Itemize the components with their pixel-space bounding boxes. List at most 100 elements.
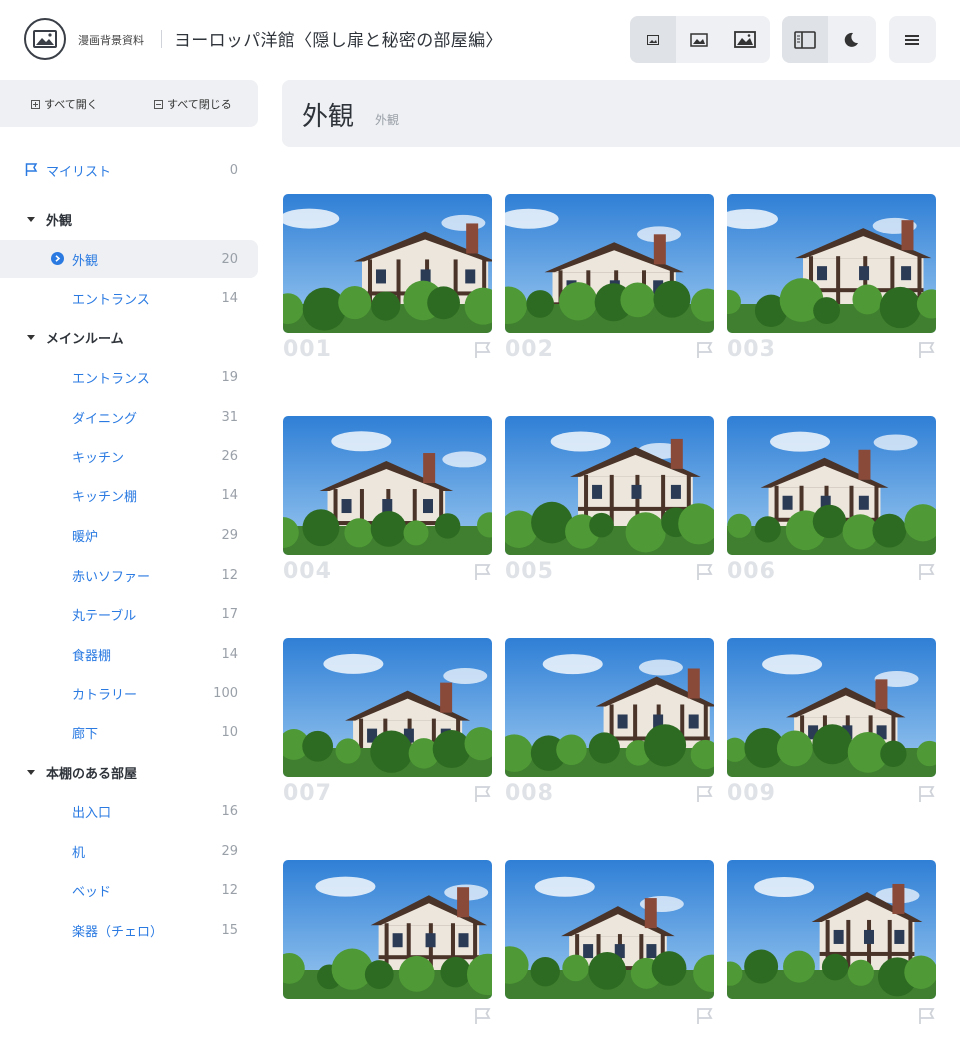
sidebar-item-label: 食器棚 xyxy=(72,648,112,664)
menu-icon xyxy=(905,34,919,45)
image-number: 007 xyxy=(283,781,332,806)
flag-icon[interactable] xyxy=(696,785,714,803)
image-card[interactable] xyxy=(727,860,936,1037)
sidebar-item[interactable]: 廊下 10 xyxy=(0,713,258,751)
image-caption: 007 xyxy=(283,777,492,815)
page-title: ヨーロッパ洋館〈隠し扉と秘密の部屋編〉 xyxy=(174,31,503,51)
caret-down-icon[interactable] xyxy=(27,770,35,775)
sidebar-item[interactable]: 食器棚 14 xyxy=(0,635,258,673)
sidebar-section[interactable]: 本棚のある部屋 xyxy=(0,753,258,791)
image-card[interactable]: 006 xyxy=(727,416,936,593)
thumbnail-image[interactable] xyxy=(283,860,492,999)
sidebar-item[interactable]: 赤いソファー 12 xyxy=(0,556,258,594)
image-caption: 009 xyxy=(727,777,936,815)
sidebar-item[interactable]: エントランス 14 xyxy=(0,279,258,317)
image-card[interactable]: 009 xyxy=(727,638,936,815)
chevron-circle-icon xyxy=(51,252,64,265)
image-card[interactable]: 004 xyxy=(283,416,492,593)
expand-all-button[interactable]: すべて開く xyxy=(31,96,98,112)
image-card[interactable]: 005 xyxy=(505,416,714,593)
sidebar-section[interactable]: 外観 xyxy=(0,200,258,238)
thumbnail-image[interactable] xyxy=(283,194,492,333)
moon-icon xyxy=(844,32,858,47)
mylist-count: 0 xyxy=(229,162,238,178)
sidebar-section[interactable]: メインルーム xyxy=(0,318,258,356)
flag-icon[interactable] xyxy=(474,563,492,581)
thumbnail-image[interactable] xyxy=(505,416,714,555)
flag-icon[interactable] xyxy=(696,1007,714,1025)
thumb-large-button[interactable] xyxy=(722,16,768,63)
brand-name[interactable]: 漫画背景資料 xyxy=(78,32,144,48)
caret-down-icon[interactable] xyxy=(27,335,35,340)
flag-icon[interactable] xyxy=(696,563,714,581)
sidebar-item-count: 14 xyxy=(221,487,238,503)
collapse-all-label: すべて閉じる xyxy=(167,98,232,111)
image-card[interactable] xyxy=(505,860,714,1037)
sidebar-toggle-button[interactable] xyxy=(782,16,828,63)
sidebar-item[interactable]: 机 29 xyxy=(0,832,258,870)
thumb-small-button[interactable] xyxy=(630,16,676,63)
sidebar-item[interactable]: キッチン棚 14 xyxy=(0,476,258,514)
image-caption: 002 xyxy=(505,333,714,371)
image-card[interactable]: 001 xyxy=(283,194,492,371)
sidebar-item[interactable]: キッチン 26 xyxy=(0,437,258,475)
image-number: 009 xyxy=(727,781,776,806)
header-divider xyxy=(161,30,162,48)
menu-group xyxy=(889,16,936,63)
thumbnail-image[interactable] xyxy=(283,638,492,777)
flag-icon[interactable] xyxy=(918,785,936,803)
sidebar-item[interactable]: 楽器（チェロ） 15 xyxy=(0,911,258,949)
sidebar-item[interactable]: 丸テーブル 17 xyxy=(0,595,258,633)
sidebar-item[interactable]: 外観 20 xyxy=(0,240,258,278)
thumbnail-image[interactable] xyxy=(505,638,714,777)
flag-icon[interactable] xyxy=(474,785,492,803)
logo-icon[interactable] xyxy=(24,18,66,60)
collapse-all-button[interactable]: すべて閉じる xyxy=(154,96,232,112)
image-card[interactable]: 008 xyxy=(505,638,714,815)
thumbnail-image[interactable] xyxy=(505,860,714,999)
sidebar-item[interactable]: 暖炉 29 xyxy=(0,516,258,554)
sidebar-item-count: 17 xyxy=(221,606,238,622)
plus-box-icon xyxy=(31,99,40,109)
caret-down-icon[interactable] xyxy=(27,217,35,222)
flag-icon[interactable] xyxy=(918,563,936,581)
thumb-medium-button[interactable] xyxy=(676,16,722,63)
thumbnail-image[interactable] xyxy=(727,194,936,333)
sidebar-item[interactable]: ダイニング 31 xyxy=(0,398,258,436)
image-card[interactable]: 003 xyxy=(727,194,936,371)
sidebar-item-count: 16 xyxy=(221,803,238,819)
image-card[interactable]: 007 xyxy=(283,638,492,815)
sidebar-item-label: 外観 xyxy=(72,253,99,269)
sidebar-item-count: 15 xyxy=(221,922,238,938)
sidebar-item[interactable]: エントランス 19 xyxy=(0,358,258,396)
sidebar-item-label: 廊下 xyxy=(72,726,99,742)
image-large-icon xyxy=(734,31,756,48)
thumbnail-image[interactable] xyxy=(505,194,714,333)
flag-icon[interactable] xyxy=(918,1007,936,1025)
image-card[interactable] xyxy=(283,860,492,1037)
sidebar-item-count: 29 xyxy=(221,527,238,543)
sidebar-item[interactable]: ベッド 12 xyxy=(0,871,258,909)
sidebar-item-count: 14 xyxy=(221,646,238,662)
sidebar-item-count: 10 xyxy=(221,724,238,740)
thumbnail-image[interactable] xyxy=(727,638,936,777)
image-number: 006 xyxy=(727,559,776,584)
image-caption: 005 xyxy=(505,555,714,593)
image-number: 002 xyxy=(505,337,554,362)
image-card[interactable]: 002 xyxy=(505,194,714,371)
sidebar-item-mylist[interactable]: マイリスト 0 xyxy=(0,151,258,189)
expand-collapse-bar: すべて開く すべて閉じる xyxy=(0,80,258,127)
dark-mode-button[interactable] xyxy=(828,16,874,63)
flag-icon[interactable] xyxy=(474,341,492,359)
thumbnail-image[interactable] xyxy=(283,416,492,555)
flag-icon[interactable] xyxy=(696,341,714,359)
sidebar-item[interactable]: 出入口 16 xyxy=(0,792,258,830)
menu-button[interactable] xyxy=(889,16,935,63)
flag-icon[interactable] xyxy=(474,1007,492,1025)
flag-icon[interactable] xyxy=(918,341,936,359)
image-caption xyxy=(727,999,936,1037)
thumbnail-image[interactable] xyxy=(727,416,936,555)
thumbnail-image[interactable] xyxy=(727,860,936,999)
image-caption xyxy=(505,999,714,1037)
sidebar-item[interactable]: カトラリー 100 xyxy=(0,674,258,712)
